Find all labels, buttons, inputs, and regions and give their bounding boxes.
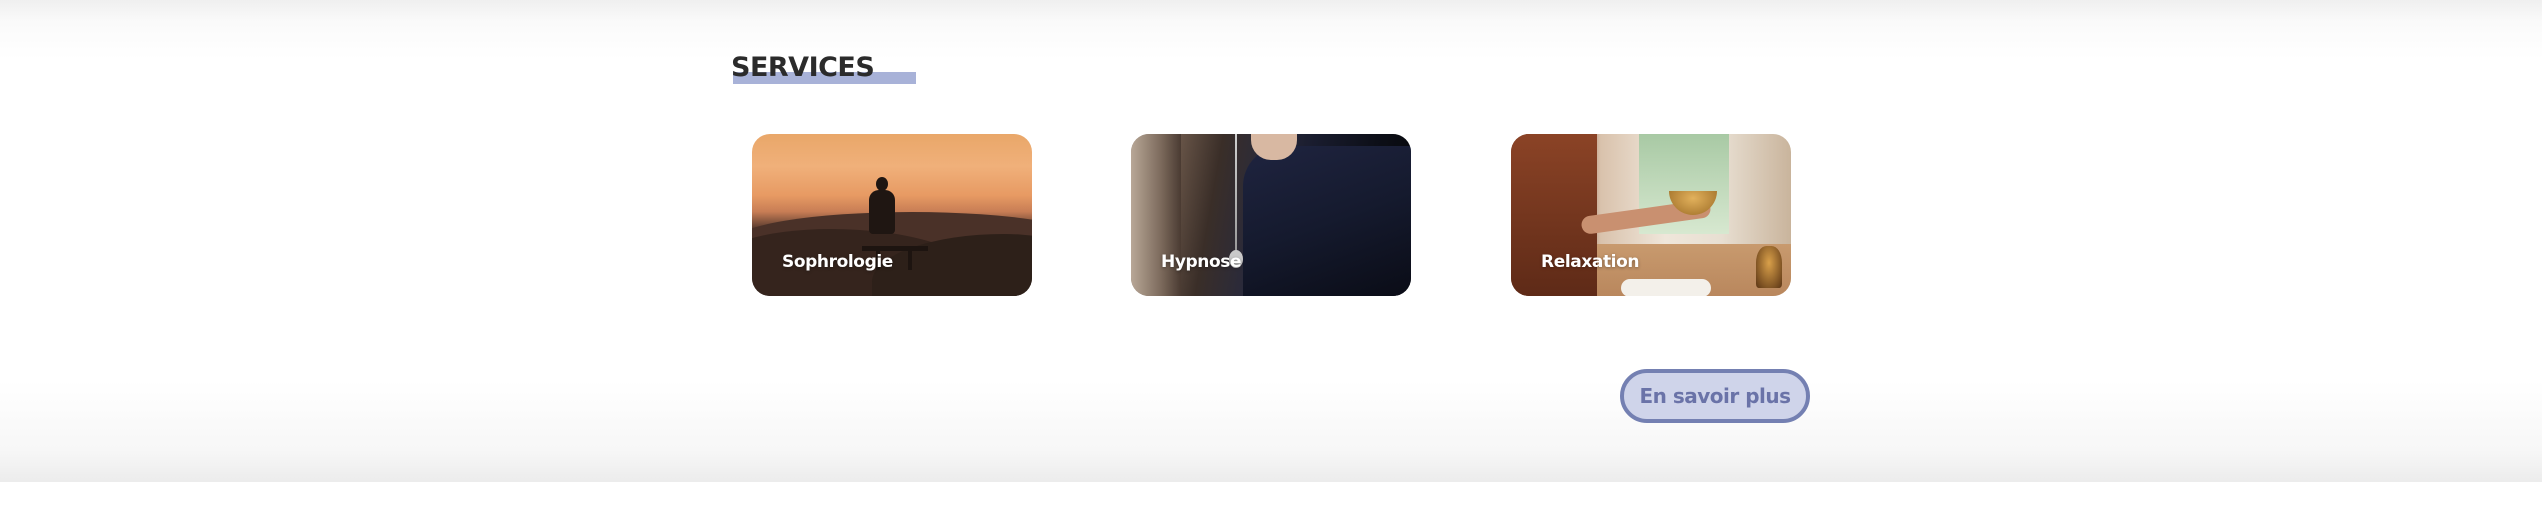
service-card-hypnose[interactable]: Hypnose — [1131, 134, 1411, 296]
service-card-label: Relaxation — [1541, 252, 1640, 272]
service-card-sophrologie[interactable]: Sophrologie — [752, 134, 1032, 296]
page-background — [0, 482, 2542, 531]
learn-more-button[interactable]: En savoir plus — [1620, 369, 1810, 423]
service-card-relaxation[interactable]: Relaxation — [1511, 134, 1791, 296]
service-card-label: Hypnose — [1161, 252, 1242, 272]
section-title: SERVICES — [731, 52, 875, 83]
service-card-label: Sophrologie — [782, 252, 893, 272]
services-section: SERVICES Sophrologie Hypnose Relaxation … — [0, 0, 2542, 482]
section-heading: SERVICES — [731, 50, 921, 90]
